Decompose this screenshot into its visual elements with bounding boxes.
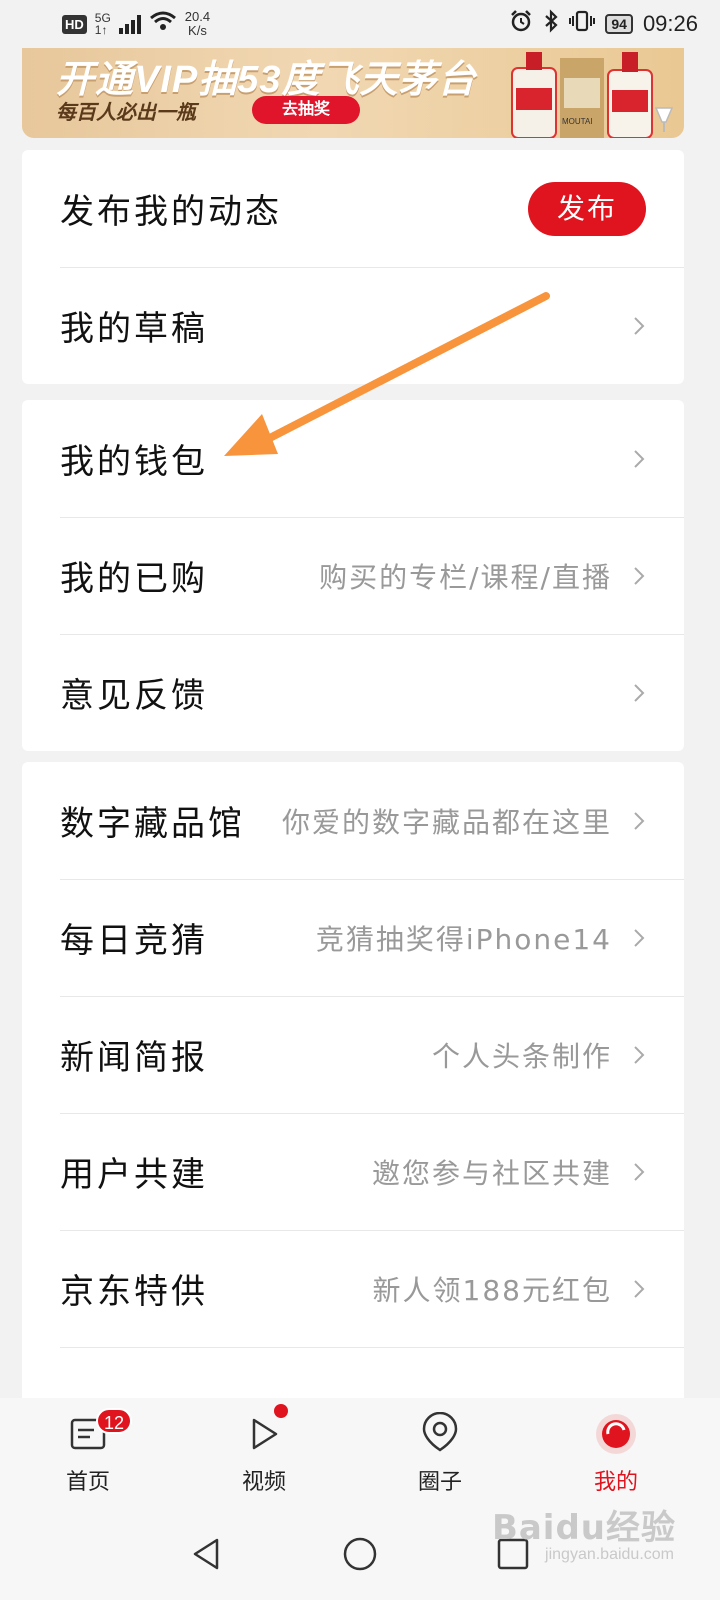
card-account: 我的钱包 我的已购 购买的专栏/课程/直播 意见反馈 (22, 400, 684, 751)
row-my-purchases[interactable]: 我的已购 购买的专栏/课程/直播 (22, 517, 684, 634)
row-title: 意见反馈 (60, 676, 208, 716)
row-subtitle: 新人领188元红包 (372, 1273, 612, 1307)
banner-subtitle: 每百人必出一瓶 (56, 102, 196, 124)
wifi-icon (149, 10, 177, 38)
row-subtitle: 竞猜抽奖得iPhone14 (315, 922, 612, 956)
chevron-right-icon (630, 1160, 648, 1184)
alarm-icon (509, 9, 533, 39)
tab-circle[interactable]: 圈子 (352, 1398, 528, 1508)
home-circle-icon[interactable] (340, 1534, 380, 1574)
bottom-tab-bar: 12 首页 视频 圈子 我的 (0, 1398, 720, 1508)
row-title: 用户共建 (60, 1155, 208, 1195)
row-jd-special[interactable]: 京东特供 新人领188元红包 (22, 1230, 684, 1347)
row-subtitle: 你爱的数字藏品都在这里 (281, 805, 612, 839)
battery-indicator: 94 (605, 14, 633, 34)
chevron-right-icon (630, 447, 648, 471)
clock: 09:26 (642, 11, 698, 36)
row-title: 数字藏品馆 (60, 804, 245, 844)
card-services: 数字藏品馆 你爱的数字藏品都在这里 每日竞猜 竞猜抽奖得iPhone14 新闻简… (22, 762, 684, 1422)
chevron-right-icon (630, 1277, 648, 1301)
row-publish-moment: 发布我的动态 发布 (22, 150, 684, 267)
baidu-watermark-url: jingyan.baidu.com (545, 1546, 674, 1563)
location-circle-icon (422, 1412, 458, 1452)
row-subtitle: 邀您参与社区共建 (371, 1156, 612, 1190)
row-title: 我的草稿 (60, 309, 208, 349)
card-publish: 发布我的动态 发布 我的草稿 (22, 150, 684, 384)
banner-title: 开通VIP抽53度飞天茅台 (56, 59, 477, 101)
tab-mine[interactable]: 我的 (528, 1398, 704, 1508)
network-type: 5G 1↑ (94, 11, 111, 37)
baidu-watermark: Baidu经验 (491, 1508, 676, 1548)
tab-label: 圈子 (417, 1470, 462, 1495)
status-bar: HD 5G 1↑ 20.4 K/s 94 09:26 (0, 0, 720, 48)
row-user-co-build[interactable]: 用户共建 邀您参与社区共建 (22, 1113, 684, 1230)
chevron-right-icon (630, 809, 648, 833)
network-speed: 20.4 K/s (184, 9, 211, 38)
row-my-wallet[interactable]: 我的钱包 (22, 400, 684, 517)
row-title: 每日竞猜 (60, 921, 208, 961)
row-my-drafts[interactable]: 我的草稿 (22, 267, 684, 384)
bluetooth-icon (543, 9, 559, 39)
row-title: 京东特供 (60, 1272, 208, 1312)
chevron-right-icon (630, 314, 648, 338)
chevron-right-icon (630, 564, 648, 588)
row-daily-quiz[interactable]: 每日竞猜 竞猜抽奖得iPhone14 (22, 879, 684, 996)
row-feedback[interactable]: 意见反馈 (22, 634, 684, 751)
vibrate-icon (569, 9, 596, 39)
row-subtitle: 个人头条制作 (431, 1039, 612, 1073)
new-content-dot (274, 1404, 288, 1418)
unread-badge: 12 (96, 1408, 133, 1434)
row-news-brief[interactable]: 新闻简报 个人头条制作 (22, 996, 684, 1113)
svg-text:MOUTAI: MOUTAI (562, 117, 593, 126)
chevron-right-icon (630, 1043, 648, 1067)
chevron-right-icon (630, 681, 648, 705)
row-title: 发布我的动态 (60, 192, 282, 232)
moutai-bottles-image: MOUTAI (511, 52, 674, 138)
tab-label: 首页 (65, 1470, 110, 1495)
row-title: 我的已购 (60, 559, 208, 599)
row-digital-collections[interactable]: 数字藏品馆 你爱的数字藏品都在这里 (22, 762, 684, 879)
row-title: 我的钱包 (60, 442, 208, 482)
tab-home[interactable]: 12 首页 (0, 1398, 176, 1508)
tab-label: 视频 (241, 1470, 286, 1495)
back-icon[interactable] (187, 1534, 227, 1574)
play-icon (252, 1418, 278, 1450)
tab-video[interactable]: 视频 (176, 1398, 352, 1508)
tab-label: 我的 (593, 1470, 638, 1495)
row-title: 新闻简报 (60, 1038, 208, 1078)
publish-button[interactable]: 发布 (528, 181, 646, 236)
signal-icon (118, 14, 141, 34)
hd-indicator: HD (62, 14, 87, 34)
vip-promo-banner[interactable]: 开通VIP抽53度飞天茅台 每百人必出一瓶 去抽奖 MOUTAI (22, 48, 684, 138)
row-subtitle: 购买的专栏/课程/直播 (319, 560, 612, 594)
lottery-button[interactable]: 去抽奖 (252, 96, 360, 124)
mine-active-icon (596, 1414, 636, 1454)
chevron-right-icon (630, 926, 648, 950)
